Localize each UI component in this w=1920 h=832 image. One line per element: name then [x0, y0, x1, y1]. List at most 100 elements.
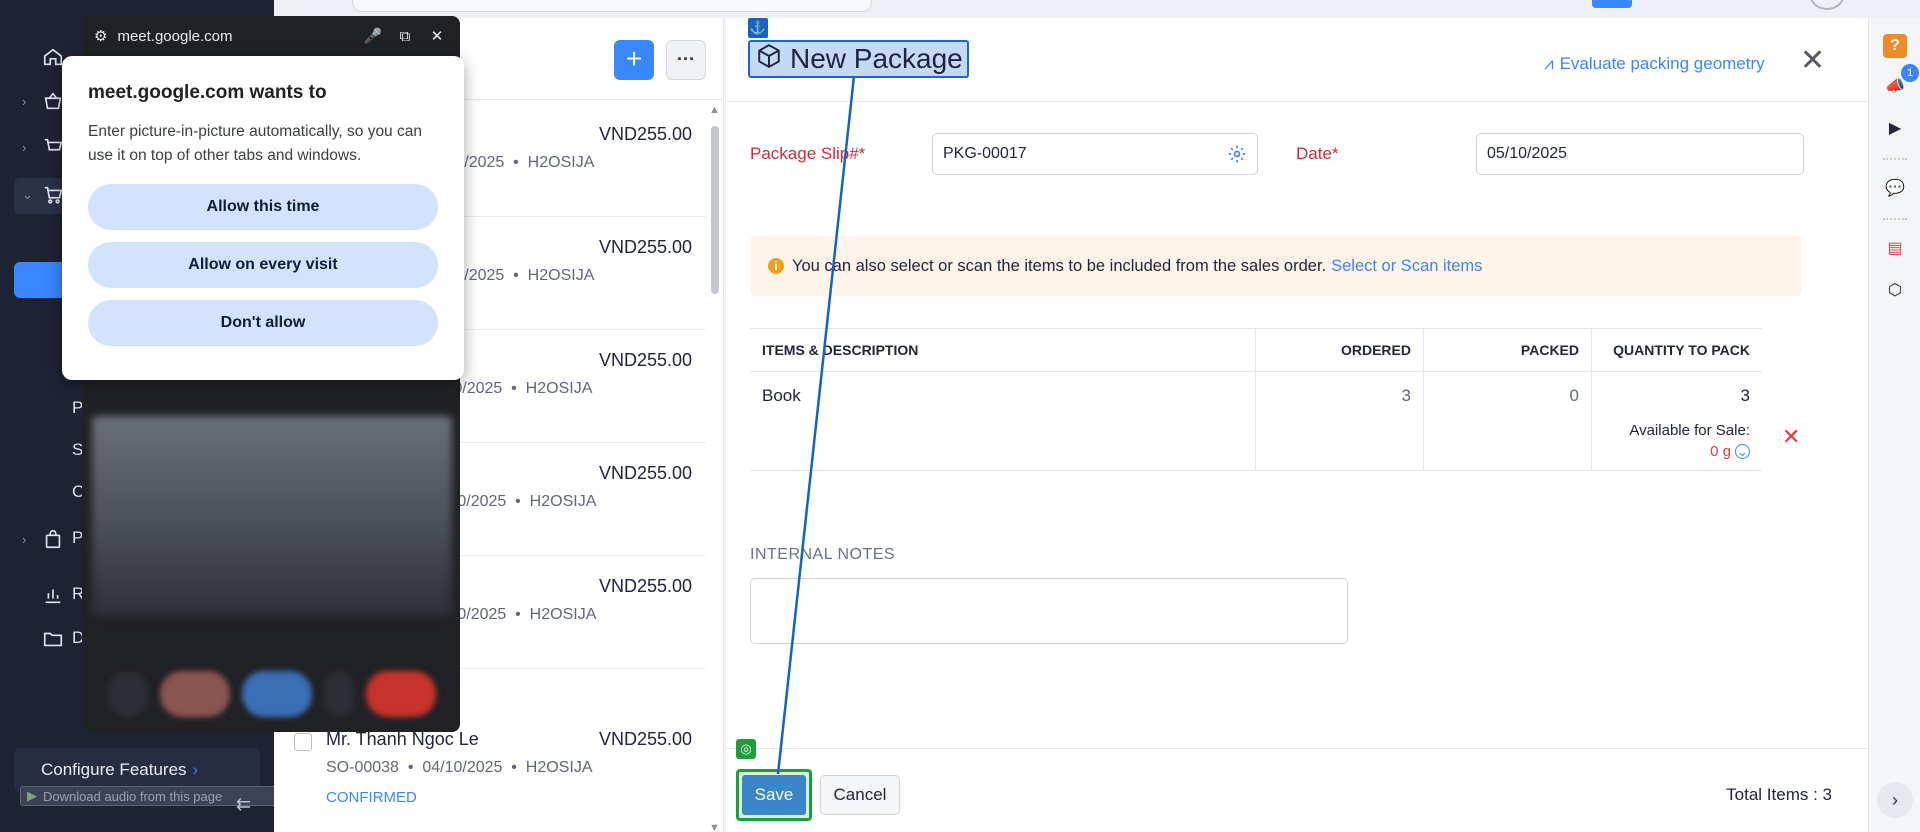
- save-button-highlight: Save: [736, 769, 812, 821]
- packed-qty: 0: [1424, 372, 1592, 470]
- detail-header: ⚓ New Package ⩘ Evaluate packing geometr…: [726, 18, 1868, 102]
- back-to-tab-icon[interactable]: ⧉: [394, 28, 416, 45]
- info-banner: i You can also select or scan the items …: [750, 236, 1802, 296]
- package-slip-value: PKG-00017: [943, 145, 1027, 162]
- add-new-button[interactable]: +: [614, 40, 654, 80]
- right-rail: ? 📣 1 ▶ 💬 ▤ ⬡ ›: [1868, 18, 1920, 832]
- available-label: Available for Sale:: [1629, 422, 1750, 439]
- more-options-button[interactable]: ···: [666, 40, 706, 80]
- play-icon: ▶: [27, 788, 37, 803]
- configure-features-label: Configure Features: [41, 760, 187, 779]
- chevron-right-icon: ›: [22, 93, 27, 109]
- global-search-input[interactable]: [352, 0, 872, 12]
- integration-icon[interactable]: ⬡: [1883, 278, 1907, 302]
- permission-body: Enter picture-in-picture automatically, …: [88, 123, 422, 164]
- available-value: 0 g ⌄: [1629, 443, 1750, 460]
- evaluate-packing-link[interactable]: ⩘ Evaluate packing geometry: [1544, 54, 1765, 74]
- table-header-row: ITEMS & DESCRIPTION ORDERED PACKED QUANT…: [750, 329, 1762, 372]
- package-slip-field[interactable]: PKG-00017: [932, 133, 1258, 175]
- chevron-right-icon: ›: [22, 531, 27, 547]
- item-meta: /10/2025 • H2OSIJA: [444, 493, 597, 510]
- scroll-thumb[interactable]: [711, 126, 719, 294]
- ordered-qty: 3: [1256, 372, 1424, 470]
- close-icon[interactable]: ✕: [1800, 46, 1825, 76]
- gear-icon[interactable]: [1227, 144, 1247, 164]
- pip-control[interactable]: [242, 671, 312, 717]
- quantity-to-pack-cell[interactable]: 3 Available for Sale: 0 g ⌄: [1592, 372, 1762, 470]
- cart-outline-icon: [42, 136, 64, 158]
- page-title-text: New Package: [790, 43, 963, 74]
- folder-icon: [42, 628, 64, 650]
- close-icon[interactable]: ✕: [426, 27, 448, 45]
- pip-video-preview: [92, 416, 452, 616]
- select-scan-items-link[interactable]: Select or Scan items: [1331, 257, 1482, 276]
- pip-control[interactable]: [108, 671, 148, 717]
- info-text: You can also select or scan the items to…: [792, 256, 1327, 275]
- avatar[interactable]: [1810, 0, 1844, 10]
- info-icon: i: [768, 258, 784, 274]
- pip-control[interactable]: [324, 671, 354, 717]
- chevron-down-icon[interactable]: ⌄: [1735, 444, 1750, 459]
- top-action-button[interactable]: [1592, 0, 1632, 8]
- quantity-to-pack-input[interactable]: 3: [1741, 386, 1750, 405]
- site-settings-icon[interactable]: ⚙: [94, 27, 107, 45]
- amount: VND255.00: [598, 576, 692, 596]
- new-package-panel: ⚓ New Package ⩘ Evaluate packing geometr…: [726, 18, 1868, 832]
- rail-divider: [1883, 158, 1907, 160]
- notes-icon[interactable]: ▤: [1883, 236, 1907, 260]
- internal-notes-label: INTERNAL NOTES: [750, 546, 896, 563]
- download-audio-label: Download audio from this page: [43, 788, 223, 804]
- customer-name: Mr. Thanh Ngoc Le: [326, 729, 479, 749]
- internal-notes-textarea[interactable]: [750, 578, 1348, 644]
- item-meta: SO-00038 • 04/10/2025 • H2OSIJA: [326, 759, 593, 776]
- scroll-down-icon[interactable]: ▼: [709, 822, 720, 832]
- pip-control[interactable]: [160, 671, 230, 717]
- column-header: ITEMS & DESCRIPTION: [750, 329, 1256, 371]
- target-icon: ◎: [736, 739, 756, 759]
- save-button[interactable]: Save: [742, 775, 806, 815]
- basket-icon: [42, 90, 64, 112]
- list-scrollbar[interactable]: ▲ ▼: [709, 104, 721, 832]
- end-call-button[interactable]: [366, 671, 436, 717]
- pip-url: meet.google.com: [117, 27, 233, 45]
- dont-allow-button[interactable]: Don't allow: [88, 300, 438, 346]
- available-for-sale: Available for Sale: 0 g ⌄: [1629, 422, 1750, 460]
- package-box-icon: [756, 43, 782, 76]
- row-checkbox[interactable]: [294, 733, 312, 751]
- delete-row-icon[interactable]: ✕: [1782, 424, 1800, 450]
- shopping-bag-icon: [42, 528, 64, 550]
- date-value: 05/10/2025: [1487, 145, 1568, 162]
- next-icon[interactable]: ›: [1877, 782, 1913, 818]
- amount: VND255.00: [598, 729, 692, 749]
- chat-icon[interactable]: 💬: [1883, 176, 1907, 200]
- column-header: PACKED: [1424, 329, 1592, 371]
- date-label: Date*: [1296, 144, 1339, 163]
- scroll-up-icon[interactable]: ▲: [709, 104, 720, 116]
- date-field[interactable]: 05/10/2025: [1476, 133, 1804, 175]
- item-name: Book: [750, 372, 1256, 470]
- cancel-button[interactable]: Cancel: [820, 775, 900, 815]
- home-icon: [42, 46, 64, 68]
- item-meta: /10/2025 • H2OSIJA: [442, 267, 595, 284]
- notification-badge: 1: [1901, 64, 1919, 82]
- permission-title: meet.google.com wants to: [88, 82, 327, 103]
- amount: VND255.00: [598, 237, 692, 257]
- column-header: ORDERED: [1256, 329, 1424, 371]
- allow-every-visit-button[interactable]: Allow on every visit: [88, 242, 438, 288]
- table-row: Book 3 0 3 Available for Sale: 0 g ⌄: [750, 372, 1762, 471]
- geometry-icon: ⩘: [1544, 54, 1554, 73]
- amount: VND255.00: [598, 124, 692, 144]
- help-icon[interactable]: ?: [1883, 34, 1907, 58]
- package-slip-label: Package Slip#*: [750, 144, 866, 163]
- microphone-icon[interactable]: 🎤: [362, 27, 384, 45]
- video-icon[interactable]: ▶: [1883, 116, 1907, 140]
- form-footer: ◎ Save Cancel Total Items : 3: [726, 739, 1868, 832]
- bar-chart-icon: [42, 584, 64, 606]
- pip-titlebar: ⚙ meet.google.com 🎤 ⧉ ✕: [82, 16, 460, 56]
- pip-call-controls: [102, 666, 442, 722]
- shopping-cart-icon: [42, 184, 64, 206]
- top-bar: [274, 0, 1920, 18]
- amount: VND255.00: [598, 350, 692, 370]
- allow-this-time-button[interactable]: Allow this time: [88, 184, 438, 230]
- collapse-left-icon[interactable]: ⇇: [236, 794, 251, 815]
